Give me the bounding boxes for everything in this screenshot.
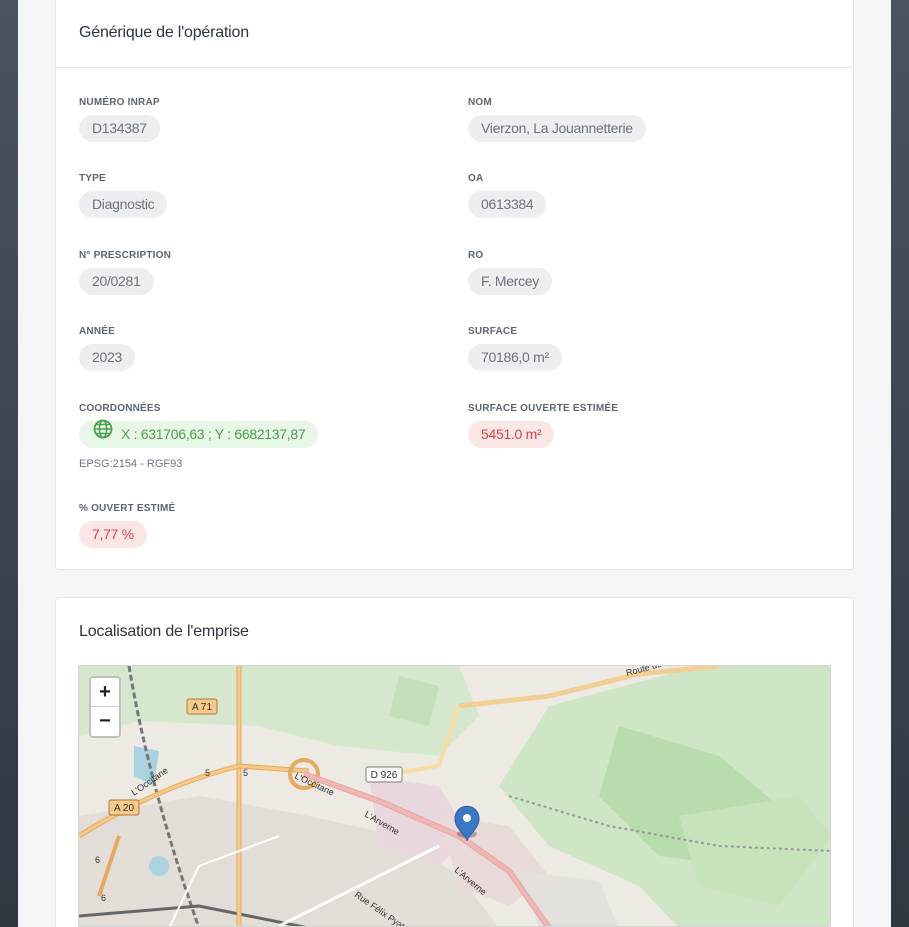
- field-value: 7,77 %: [79, 521, 147, 548]
- map-label-a71: A 71: [192, 702, 212, 713]
- field-value: 70186,0 m²: [468, 344, 562, 371]
- left-backdrop: [0, 0, 18, 927]
- field-nom: NOM Vierzon, La Jouannetterie: [468, 97, 646, 142]
- field-pct-ouvert: % OUVERT ESTIMÉ 7,77 %: [79, 503, 175, 548]
- location-marker-icon[interactable]: [454, 805, 480, 842]
- field-value: Diagnostic: [79, 191, 168, 218]
- field-label: % OUVERT ESTIMÉ: [79, 503, 176, 514]
- globe-icon: [93, 419, 113, 448]
- field-numero-inrap: NUMÉRO INRAP D134387: [79, 97, 160, 142]
- coordinates-link[interactable]: X : 631706,63 ; Y : 6682137,87: [79, 419, 319, 448]
- field-label: ANNÉE: [79, 326, 116, 337]
- map-view[interactable]: A 71 A 20 D 926 L'Occitane L'Occitane L'…: [78, 665, 831, 927]
- projection-note: EPSG:2154 - RGF93: [79, 458, 183, 470]
- map-label-a20: A 20: [114, 803, 134, 814]
- field-annee: ANNÉE 2023: [79, 326, 135, 371]
- field-value: 0613384: [468, 191, 547, 218]
- zoom-in-button[interactable]: +: [91, 678, 119, 707]
- field-label: NOM: [468, 97, 492, 108]
- general-card-header: Générique de l'opération: [56, 0, 853, 68]
- general-card-title: Générique de l'opération: [79, 24, 249, 41]
- field-label: N° PRESCRIPTION: [79, 250, 172, 261]
- field-prescription: N° PRESCRIPTION 20/0281: [79, 250, 171, 295]
- map-exit-label: 6: [101, 893, 106, 903]
- field-label: TYPE: [79, 173, 106, 184]
- right-backdrop: [891, 0, 909, 927]
- map-label-d926: D 926: [371, 770, 398, 781]
- coordinates-value: X : 631706,63 ; Y : 6682137,87: [121, 426, 306, 442]
- map-tiles[interactable]: A 71 A 20 D 926 L'Occitane L'Occitane L'…: [79, 666, 831, 927]
- field-coordonnees: COORDONNÉES X : 631706,63 ; Y : 6682137,…: [79, 403, 319, 470]
- field-oa: OA 0613384: [468, 173, 547, 218]
- map-exit-label: 5: [243, 768, 248, 778]
- field-surface: SURFACE 70186,0 m²: [468, 326, 562, 371]
- field-label: RO: [468, 250, 484, 261]
- map-card-header: Localisation de l'emprise: [56, 598, 853, 669]
- field-label: OA: [468, 173, 484, 184]
- field-value: D134387: [79, 115, 160, 142]
- zoom-control: + −: [89, 676, 121, 738]
- field-value: 20/0281: [79, 268, 154, 295]
- map-exit-label: 6: [95, 855, 100, 865]
- field-value: Vierzon, La Jouannetterie: [468, 115, 646, 142]
- field-ro: RO F. Mercey: [468, 250, 552, 295]
- field-label: SURFACE OUVERTE ESTIMÉE: [468, 403, 619, 414]
- field-value: 2023: [79, 344, 135, 371]
- zoom-out-button[interactable]: −: [91, 707, 119, 736]
- field-value: 5451.0 m²: [468, 421, 555, 448]
- field-value: F. Mercey: [468, 268, 552, 295]
- page: Générique de l'opération NUMÉRO INRAP D1…: [18, 0, 891, 927]
- field-label: SURFACE: [468, 326, 518, 337]
- field-surface-ouverte: SURFACE OUVERTE ESTIMÉE 5451.0 m²: [468, 403, 618, 448]
- general-card: Générique de l'opération NUMÉRO INRAP D1…: [55, 0, 854, 570]
- field-type: TYPE Diagnostic: [79, 173, 168, 218]
- field-label: NUMÉRO INRAP: [79, 97, 160, 108]
- field-label: COORDONNÉES: [79, 403, 161, 414]
- map-card-title: Localisation de l'emprise: [79, 623, 249, 640]
- map-exit-label: 5: [205, 768, 210, 778]
